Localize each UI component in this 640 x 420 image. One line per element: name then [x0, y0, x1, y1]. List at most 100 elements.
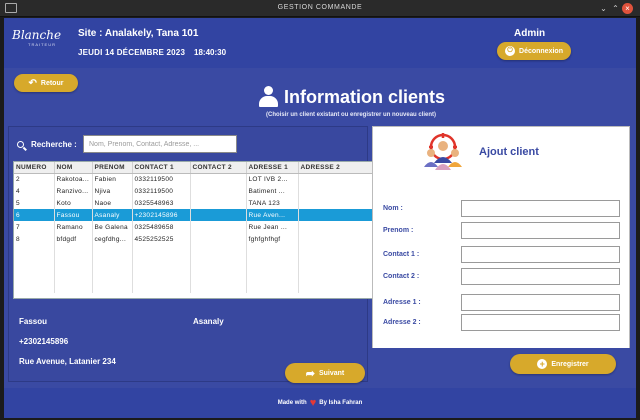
selected-client-name: Fassou	[19, 317, 48, 326]
table-cell	[190, 257, 247, 269]
search-input[interactable]	[83, 135, 237, 153]
window-title: GESTION COMMANDE	[277, 4, 363, 11]
table-row[interactable]: 2 Rakotoa... Fabien 0332119500 LOT IVB 2...	[14, 173, 372, 185]
column-header[interactable]: PRENOM	[92, 162, 133, 174]
table-cell	[132, 257, 191, 269]
search-label-text: Recherche :	[31, 140, 77, 149]
column-header[interactable]: CONTACT 1	[132, 162, 191, 174]
table-cell	[132, 245, 191, 257]
search-icon	[17, 141, 24, 148]
table-cell: Naoe	[92, 197, 133, 209]
table-cell	[54, 269, 93, 281]
table-cell	[298, 221, 372, 233]
table-cell	[298, 281, 372, 293]
back-label: Retour	[40, 79, 64, 87]
back-button[interactable]: ↶ Retour	[14, 74, 78, 92]
column-header[interactable]: CONTACT 2	[190, 162, 247, 174]
table-row[interactable]	[14, 245, 372, 257]
table-cell	[190, 245, 247, 257]
table-row[interactable]: 4 Ranzivo... Njiva 0332119500 Batiment ...	[14, 185, 372, 197]
table-cell: 4525252525	[132, 233, 191, 245]
contact2-field[interactable]	[461, 268, 620, 285]
table-cell	[190, 269, 247, 281]
table-row[interactable]	[14, 269, 372, 281]
table-row[interactable]	[14, 281, 372, 293]
date-label: JEUDI 14 DÉCEMBRE 2023	[78, 48, 186, 57]
logout-button[interactable]: ⏻ Déconnexion	[497, 42, 571, 60]
logo: Blanche TRAITEUR	[12, 28, 66, 58]
nom-label: Nom :	[383, 205, 403, 212]
column-header[interactable]: ADRESSE 2	[298, 162, 372, 174]
table-cell: 4	[14, 185, 55, 197]
table-row[interactable]	[14, 257, 372, 269]
contact2-label: Contact 2 :	[383, 273, 420, 280]
table-cell	[132, 281, 191, 293]
table-cell	[54, 245, 93, 257]
table-cell	[246, 281, 299, 293]
column-header[interactable]: ADRESSE 1	[246, 162, 299, 174]
table-cell	[298, 269, 372, 281]
close-icon[interactable]: ×	[622, 3, 633, 14]
maximize-icon[interactable]: ⌃	[610, 3, 621, 14]
table-cell: Fassou	[54, 209, 93, 221]
table-cell: Asanaly	[92, 209, 133, 221]
table-cell	[298, 173, 372, 185]
site-label: Site : Analakely, Tana 101	[78, 28, 199, 39]
table-cell	[298, 197, 372, 209]
table-cell	[92, 269, 133, 281]
table-cell	[132, 269, 191, 281]
adresse1-field[interactable]	[461, 294, 620, 311]
table-row[interactable]: 5 Koto Naoe 0325548963 TANA 123	[14, 197, 372, 209]
add-user-icon	[424, 133, 462, 170]
table-row[interactable]: 6 Fassou Asanaly +2302145896 Rue Aven...	[14, 209, 372, 221]
table-cell: Rue Jean ...	[246, 221, 299, 233]
table-cell: 0325489658	[132, 221, 191, 233]
table-cell	[246, 269, 299, 281]
nom-field[interactable]	[461, 200, 620, 217]
column-header[interactable]: NOM	[54, 162, 93, 174]
table-cell	[14, 269, 55, 281]
add-client-title: Ajout client	[479, 146, 539, 158]
next-button[interactable]: ➦ Suivant	[285, 363, 365, 383]
table-cell	[190, 281, 247, 293]
table-cell	[298, 209, 372, 221]
add-client-actions: + Enregistrer	[372, 348, 630, 382]
prenom-label: Prenom :	[383, 227, 414, 234]
table-cell: bfdgdf	[54, 233, 93, 245]
search-label: Recherche :	[17, 140, 77, 149]
adresse2-field[interactable]	[461, 314, 620, 331]
table-cell	[14, 257, 55, 269]
table-cell: fghfghfhgf	[246, 233, 299, 245]
client-table[interactable]: NUMERO NOM PRENOM CONTACT 1 CONTACT 2 ADRESSE…	[13, 161, 373, 299]
table-cell	[92, 281, 133, 293]
column-header[interactable]: NUMERO	[14, 162, 55, 174]
table-cell: Ranzivo...	[54, 185, 93, 197]
minimize-icon[interactable]: ⌄	[598, 3, 609, 14]
page-header: Information clients	[258, 84, 445, 110]
table-cell: 2	[14, 173, 55, 185]
table-cell	[54, 257, 93, 269]
table-row[interactable]: 8 bfdgdf cegfdhg... 4525252525 fghfghfhgf	[14, 233, 372, 245]
footer: Made with ♥ By Isha Fahran	[4, 388, 636, 418]
save-button[interactable]: + Enregistrer	[510, 354, 616, 374]
table-cell	[92, 245, 133, 257]
table-cell: 7	[14, 221, 55, 233]
table-cell: 0332119500	[132, 173, 191, 185]
prenom-field[interactable]	[461, 222, 620, 239]
table-cell	[246, 245, 299, 257]
selected-client-firstname: Asanaly	[193, 317, 224, 326]
selected-client-contact: +2302145896	[19, 337, 69, 346]
table-cell	[54, 281, 93, 293]
table-row[interactable]: 7 Ramano Be Galena 0325489658 Rue Jean ...	[14, 221, 372, 233]
table-cell: TANA 123	[246, 197, 299, 209]
next-label: Suivant	[318, 369, 345, 377]
table-cell: Rakotoa...	[54, 173, 93, 185]
footer-credit: Made with ♥ By Isha Fahran	[4, 397, 636, 409]
table-cell	[190, 173, 247, 185]
table-header-row: NUMERO NOM PRENOM CONTACT 1 CONTACT 2 ADRESSE…	[14, 162, 372, 174]
table-cell: cegfdhg...	[92, 233, 133, 245]
contact1-field[interactable]	[461, 246, 620, 263]
plus-icon: +	[537, 359, 548, 369]
table-cell	[298, 257, 372, 269]
heart-icon: ♥	[309, 397, 317, 409]
